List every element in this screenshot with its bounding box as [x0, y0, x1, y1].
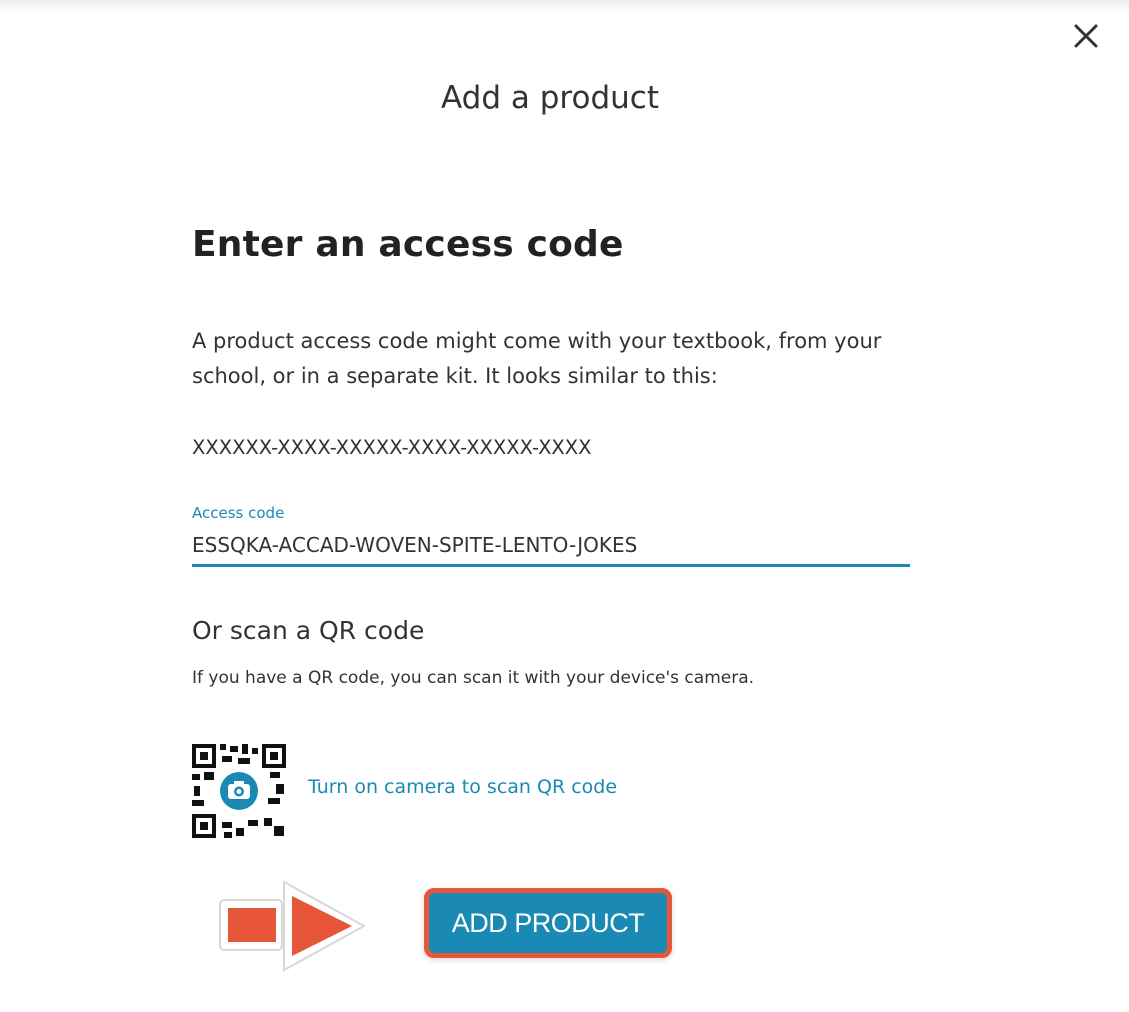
access-code-input[interactable] [192, 526, 910, 567]
qr-description: If you have a QR code, you can scan it w… [192, 668, 755, 688]
qr-heading: Or scan a QR code [192, 616, 425, 645]
add-product-modal: Add a product Enter an access code A pro… [0, 0, 1129, 1012]
access-code-field-label: Access code [192, 504, 285, 522]
qr-code-graphic [190, 742, 288, 840]
qr-camera-icon[interactable] [190, 742, 288, 840]
add-product-button[interactable]: ADD PRODUCT [424, 888, 672, 958]
close-button[interactable] [1064, 14, 1108, 58]
access-code-heading: Enter an access code [192, 224, 624, 265]
arrow-pointer-icon [219, 880, 367, 972]
turn-on-camera-link[interactable]: Turn on camera to scan QR code [308, 776, 617, 798]
top-edge-shadow [0, 0, 1129, 12]
close-icon [1074, 24, 1098, 48]
modal-title: Add a product [441, 80, 659, 116]
access-code-description: A product access code might come with yo… [192, 329, 882, 388]
access-code-format-example: XXXXXX-XXXX-XXXXX-XXXX-XXXXX-XXXX [192, 436, 592, 459]
